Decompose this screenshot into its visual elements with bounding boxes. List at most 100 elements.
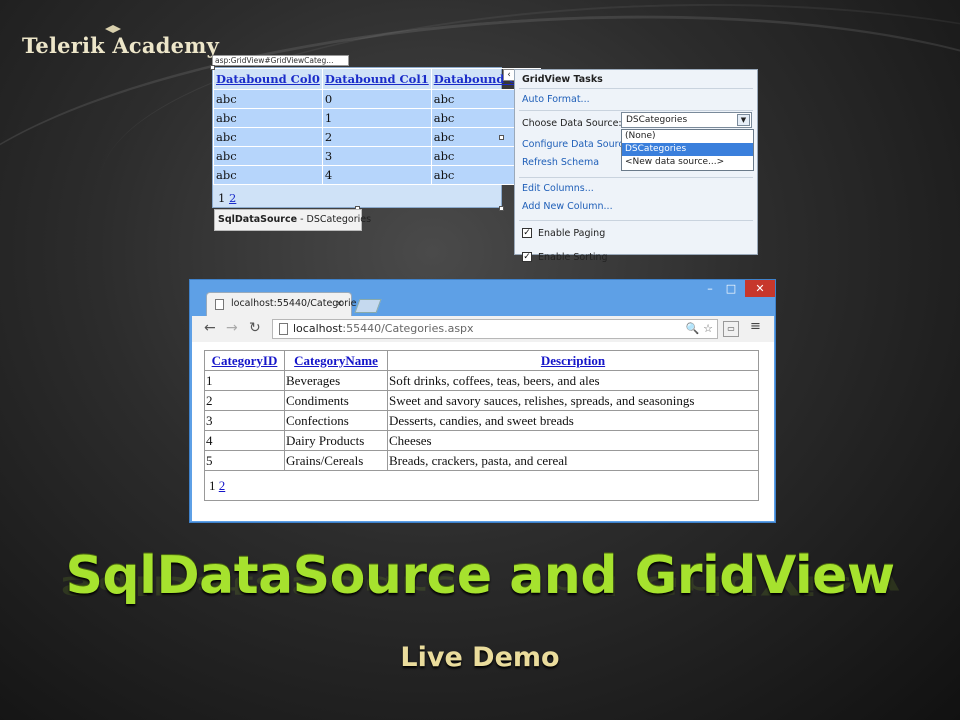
maximize-icon[interactable]: □	[722, 282, 740, 296]
choose-datasource-label: Choose Data Source:	[522, 117, 622, 129]
resize-handle[interactable]	[499, 206, 504, 211]
designer-gridview[interactable]: Databound Col0 Databound Col1 Databound …	[212, 67, 541, 208]
url-path: :55440/Categories.aspx	[342, 322, 474, 335]
designer-grid-row: abc 2 abc	[213, 127, 541, 147]
table-row: 2 Condiments Sweet and savory sauces, re…	[204, 390, 759, 411]
designer-grid-header[interactable]: Databound Col1	[321, 68, 432, 90]
enable-sorting-label: Enable Sorting	[538, 251, 608, 263]
star-icon[interactable]: ☆	[703, 322, 713, 335]
designer-grid-row: abc 1 abc	[213, 108, 541, 128]
minimize-icon[interactable]: –	[701, 282, 719, 296]
table-row: 1 Beverages Soft drinks, coffees, teas, …	[204, 370, 759, 391]
dropdown-option[interactable]: <New data source...>	[622, 156, 753, 169]
telerik-academy-logo: Telerik Academy	[22, 25, 219, 58]
paging-checkbox[interactable]: ✓	[522, 228, 532, 238]
table-cell: 5	[204, 450, 285, 471]
arrow-left-icon[interactable]: ←	[204, 320, 216, 336]
logo-text: Telerik Academy	[22, 33, 219, 58]
designer-grid-header-row: Databound Col0 Databound Col1 Databound …	[213, 68, 541, 90]
table-row: 4 Dairy Products Cheeses	[204, 430, 759, 451]
browser-window: localhost:55440/Categorie × – □ ✕ ← → ↻ …	[189, 279, 776, 523]
arrow-right-icon[interactable]: →	[226, 320, 238, 336]
designer-grid-cell: 4	[321, 165, 432, 185]
gridview-tasks-panel: GridView Tasks Auto Format... Choose Dat…	[514, 69, 758, 263]
slide-title: SqlDataSource and GridView	[65, 546, 895, 606]
pager-row: 1 2	[204, 470, 759, 501]
enable-sorting-row[interactable]: ✓ Enable Sorting	[515, 245, 757, 269]
table-cell: Cheeses	[387, 430, 759, 451]
designer-grid-cell: 1	[321, 108, 432, 128]
categories-gridview: CategoryID CategoryName Description 1 Be…	[204, 350, 759, 501]
table-cell: 2	[204, 390, 285, 411]
designer-grid-cell: abc	[213, 108, 323, 128]
sort-header-link[interactable]: CategoryID	[204, 350, 285, 371]
table-cell: Beverages	[284, 370, 388, 391]
designer-grid-cell: abc	[213, 146, 323, 166]
table-cell: Confections	[284, 410, 388, 431]
table-cell: Condiments	[284, 390, 388, 411]
control-tag: asp:GridView#GridViewCateg...	[212, 55, 349, 66]
extension-icon[interactable]: ▭	[723, 321, 739, 337]
resize-handle[interactable]	[210, 65, 215, 70]
designer-grid-table: Databound Col0 Databound Col1 Databound …	[213, 68, 541, 185]
datasource-id: - DSCategories	[297, 214, 372, 225]
resize-handle[interactable]	[499, 135, 504, 140]
datasource-select[interactable]: DSCategories ▼	[621, 112, 752, 128]
table-cell: Grains/Cereals	[284, 450, 388, 471]
vs-designer-panel: asp:GridView#GridViewCateg... Databound …	[210, 55, 760, 263]
pager-current-page: 1	[209, 477, 216, 493]
pager-page-link[interactable]: 2	[219, 478, 226, 493]
designer-grid-cell: abc	[213, 127, 323, 147]
datasource-dropdown-list: (None) DSCategories <New data source...>	[621, 129, 754, 171]
pager-cell: 1 2	[204, 470, 759, 501]
close-window-icon[interactable]: ✕	[745, 280, 775, 297]
enable-paging-row[interactable]: ✓ Enable Paging	[515, 221, 757, 245]
sorting-checkbox[interactable]: ✓	[522, 252, 532, 262]
designer-grid-row: abc 0 abc	[213, 89, 541, 109]
designer-grid-cell: 2	[321, 127, 432, 147]
table-row: 5 Grains/Cereals Breads, crackers, pasta…	[204, 450, 759, 471]
page-icon	[215, 299, 224, 310]
categories-header-row: CategoryID CategoryName Description	[204, 350, 759, 371]
reload-icon[interactable]: ↻	[249, 320, 261, 336]
table-cell: Dairy Products	[284, 430, 388, 451]
add-column-link[interactable]: Add New Column...	[515, 199, 757, 220]
enable-paging-label: Enable Paging	[538, 227, 606, 239]
table-cell: Soft drinks, coffees, teas, beers, and a…	[387, 370, 759, 391]
url-host: localhost	[293, 322, 343, 335]
table-cell: 4	[204, 430, 285, 451]
table-cell: Desserts, candies, and sweet breads	[387, 410, 759, 431]
new-tab-button[interactable]	[354, 299, 382, 313]
browser-tab-bar: localhost:55440/Categorie × – □ ✕	[190, 280, 775, 316]
sort-header-link[interactable]: Description	[387, 350, 759, 371]
sqldatasource-control[interactable]: SqlDataSource - DSCategories	[214, 209, 371, 231]
omnibox-icons: 🔍 ☆	[686, 320, 713, 338]
close-tab-icon[interactable]: ×	[335, 293, 343, 315]
sort-header-link[interactable]: CategoryName	[284, 350, 388, 371]
address-bar[interactable]: localhost:55440/Categories.aspx 🔍 ☆	[272, 319, 718, 339]
auto-format-link[interactable]: Auto Format...	[515, 89, 757, 110]
table-cell: 3	[204, 410, 285, 431]
dropdown-option[interactable]: (None)	[622, 130, 753, 143]
pager-page-link[interactable]: 2	[229, 191, 236, 205]
table-row: 3 Confections Desserts, candies, and swe…	[204, 410, 759, 431]
hamburger-menu-icon[interactable]: ≡	[750, 319, 761, 334]
pager-current-page: 1	[218, 191, 226, 205]
page-icon	[279, 323, 288, 335]
dropdown-option-selected[interactable]: DSCategories	[622, 143, 753, 156]
browser-toolbar: ← → ↻ localhost:55440/Categories.aspx 🔍 …	[192, 316, 774, 342]
designer-grid-cell: 0	[321, 89, 432, 109]
designer-grid-header[interactable]: Databound Col0	[213, 68, 323, 90]
table-cell: Sweet and savory sauces, relishes, sprea…	[387, 390, 759, 411]
chevron-down-icon[interactable]: ▼	[737, 114, 750, 126]
magnifier-icon[interactable]: 🔍	[686, 322, 700, 335]
table-cell: 1	[204, 370, 285, 391]
designer-grid-cell: abc	[213, 89, 323, 109]
designer-grid-row: abc 3 abc	[213, 146, 541, 166]
table-cell: Breads, crackers, pasta, and cereal	[387, 450, 759, 471]
edit-columns-link[interactable]: Edit Columns...	[515, 178, 757, 199]
page-viewport: CategoryID CategoryName Description 1 Be…	[192, 342, 774, 521]
datasource-type: SqlDataSource	[218, 214, 298, 225]
tasks-title: GridView Tasks	[522, 74, 603, 85]
browser-tab[interactable]: localhost:55440/Categorie ×	[206, 292, 357, 316]
